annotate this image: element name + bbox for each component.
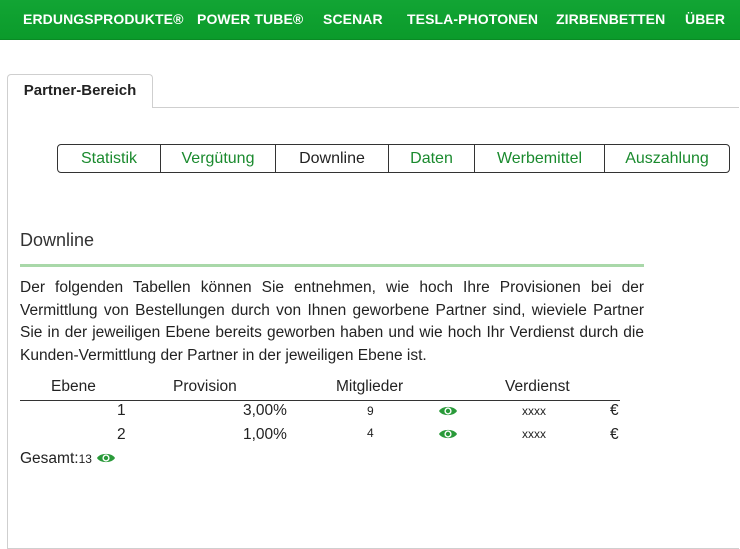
subnav-auszahlung[interactable]: Auszahlung	[605, 145, 729, 172]
cell-verdienst: xxxx	[522, 427, 546, 441]
cell-mitglieder: 9	[367, 404, 374, 418]
partner-subnav: Statistik Vergütung Downline Daten Werbe…	[57, 144, 730, 173]
subnav-verguetung[interactable]: Vergütung	[161, 145, 276, 172]
nav-item-power-tube[interactable]: POWER TUBE®	[197, 0, 303, 39]
page-title: Downline	[20, 230, 95, 250]
nav-item-tesla-photonen[interactable]: TESLA-PHOTONEN	[407, 0, 538, 39]
cell-provision: 3,00%	[243, 402, 287, 419]
cell-ebene: 1	[117, 402, 126, 419]
top-navigation: ERDUNGSPRODUKTE® POWER TUBE® SCENAR TESL…	[0, 0, 740, 39]
nav-item-zirbenbetten[interactable]: ZIRBENBETTEN	[556, 0, 665, 39]
table-header-divider	[20, 400, 620, 401]
total-row: Gesamt:13	[20, 449, 116, 468]
column-header-ebene: Ebene	[51, 378, 96, 395]
column-header-mitglieder: Mitglieder	[336, 378, 404, 395]
eye-icon[interactable]	[438, 427, 458, 441]
nav-item-ueber[interactable]: ÜBER	[685, 0, 725, 39]
tab-partner-bereich[interactable]: Partner-Bereich	[7, 74, 153, 108]
subnav-downline[interactable]: Downline	[276, 145, 389, 172]
eye-icon[interactable]	[438, 404, 458, 418]
cell-verdienst: xxxx	[522, 404, 546, 418]
column-header-verdienst: Verdienst	[505, 378, 570, 395]
nav-item-scenar[interactable]: SCENAR	[323, 0, 383, 39]
column-header-provision: Provision	[173, 378, 237, 395]
subnav-werbemittel[interactable]: Werbemittel	[475, 145, 605, 172]
cell-mitglieder: 4	[367, 426, 374, 440]
subnav-daten[interactable]: Daten	[389, 145, 475, 172]
subnav-statistik[interactable]: Statistik	[58, 145, 161, 172]
nav-item-erdungsprodukte[interactable]: ERDUNGSPRODUKTE®	[23, 0, 183, 39]
cell-ebene: 2	[117, 426, 126, 443]
cell-provision: 1,00%	[243, 426, 287, 443]
intro-text: Der folgenden Tabellen können Sie entneh…	[20, 279, 644, 364]
cell-currency: €	[610, 426, 619, 443]
eye-icon[interactable]	[96, 451, 116, 465]
title-divider	[20, 264, 644, 267]
total-count: 13	[78, 452, 92, 466]
total-label: Gesamt:	[20, 450, 79, 467]
cell-currency: €	[610, 402, 619, 419]
